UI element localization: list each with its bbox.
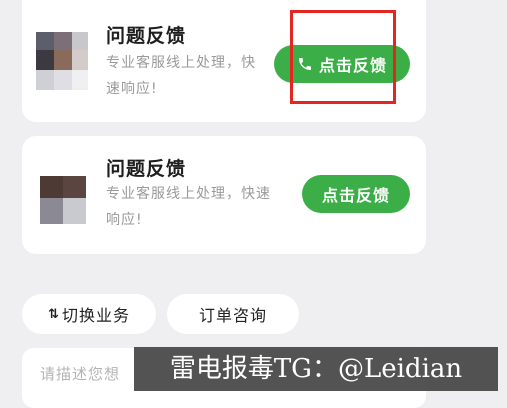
card-description: 专业客服线上处理，快 速响应! — [106, 50, 266, 102]
feedback-button[interactable]: 点击反馈 — [302, 175, 410, 213]
card-description-line: 专业客服线上处理，快 — [106, 55, 256, 71]
card-description-line: 速响应! — [106, 81, 158, 97]
switch-business-label: 切换业务 — [61, 306, 130, 325]
swap-icon: ⇅ — [48, 306, 59, 322]
card-description: 专业客服线上处理，快速 响应! — [106, 181, 286, 233]
feedback-card-2[interactable]: 问题反馈 专业客服线上处理，快速 响应! 点击反馈 — [22, 136, 426, 254]
watermark-overlay: 雷电报毒TG：@Leidian — [134, 347, 498, 391]
card-title: 问题反馈 — [106, 25, 187, 47]
card-description-line: 响应! — [106, 212, 143, 228]
order-inquiry-label: 订单咨询 — [198, 306, 267, 325]
switch-business-chip[interactable]: ⇅ 切换业务 — [22, 294, 156, 334]
highlight-box — [290, 10, 396, 104]
feedback-button-label: 点击反馈 — [321, 186, 390, 205]
avatar-pixelated — [40, 176, 86, 224]
order-inquiry-chip[interactable]: 订单咨询 — [167, 294, 299, 334]
card-description-line: 专业客服线上处理，快速 — [106, 186, 271, 202]
card-title: 问题反馈 — [106, 158, 187, 180]
avatar-pixelated — [36, 32, 88, 90]
